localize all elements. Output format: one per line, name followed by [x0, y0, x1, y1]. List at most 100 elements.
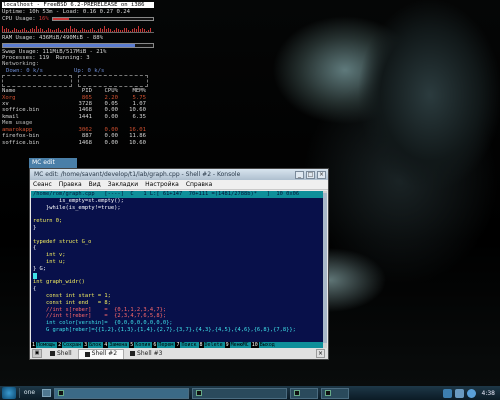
tray-amarok-icon[interactable] — [466, 388, 476, 398]
session-tab[interactable]: Shell — [44, 349, 78, 359]
cpu-graph — [2, 23, 154, 34]
cpu-graph-bar — [24, 28, 25, 33]
cpu-graph-bar — [26, 29, 27, 33]
menu-view[interactable]: Вид — [89, 181, 101, 188]
process-cpu: 0.00 — [104, 139, 118, 146]
code-line: return 0; — [33, 218, 63, 225]
cpu-graph-bar — [96, 30, 97, 33]
taskbar-task-2[interactable] — [192, 387, 287, 399]
cpu-graph-bar — [4, 29, 5, 33]
menu-session[interactable]: Сеанс — [33, 181, 52, 188]
cpu-graph-bar — [22, 28, 23, 33]
cpu-value: 16% — [38, 15, 49, 22]
cpu-graph-bar — [90, 28, 91, 33]
tray-volume-icon[interactable] — [454, 388, 464, 398]
taskbar-task-3[interactable] — [290, 387, 318, 399]
cpu-graph-bar — [140, 29, 141, 33]
k-menu-icon[interactable] — [2, 387, 16, 399]
konsole-menubar: Сеанс Правка Вид Закладки Настройка Спра… — [30, 180, 328, 190]
cpu-graph-bar — [110, 28, 111, 33]
cpu-graph-bar — [126, 28, 127, 33]
cpu-graph-bar — [76, 28, 77, 33]
cpu-graph-bar — [100, 28, 101, 33]
cpu-graph-bar — [142, 28, 143, 33]
cpu-graph-bar — [28, 30, 29, 33]
terminal-icon — [130, 351, 136, 356]
cpu-graph-bar — [62, 30, 63, 33]
session-tab[interactable]: Shell #2 — [77, 348, 125, 359]
desktop-pager[interactable]: one — [19, 388, 39, 398]
cpu-process-list: Xorg 865 2.20 5.75 xv 3728 0.05 1.07 soffice.bin… — [2, 95, 154, 121]
cpu-graph-bar — [42, 28, 43, 33]
conky-header: localhost - FreeBSD 6.2-PRERELEASE on i3… — [2, 2, 154, 9]
conky-cpu-row: CPU Usage: 16% — [2, 16, 154, 22]
cpu-graph-bar — [8, 28, 9, 33]
net-down: Down: 0 k/s — [6, 67, 44, 74]
minimize-button[interactable]: _ — [295, 170, 304, 179]
cpu-graph-bar — [128, 29, 129, 33]
mem-process-list: amarokapp 3062 0.00 16.01 firefox-bin 887 0.00… — [2, 127, 154, 146]
cpu-graph-bar — [98, 28, 99, 33]
process-pid: 1441 — [78, 113, 92, 120]
cpu-graph-bar — [74, 28, 75, 33]
cpu-graph-bar — [64, 28, 65, 33]
menu-edit[interactable]: Правка — [59, 181, 82, 188]
cpu-graph-bar — [106, 29, 107, 33]
cpu-graph-bar — [134, 28, 135, 33]
cpu-graph-bar — [18, 30, 19, 33]
code-line: { — [33, 286, 37, 293]
scrollbar-thumb[interactable] — [323, 193, 327, 343]
cpu-graph-bar — [56, 28, 57, 33]
show-desktop-icon[interactable] — [42, 389, 51, 397]
konsole-tabbar: ▣ Shell Shell #2 Shell #3 × — [30, 348, 328, 359]
cpu-graph-bar — [72, 29, 73, 33]
session-tabs: Shell Shell #2 Shell #3 — [44, 348, 168, 359]
session-tab[interactable]: Shell #3 — [124, 349, 168, 359]
cpu-graph-bar — [70, 26, 71, 33]
cpu-graph-bar — [116, 28, 117, 33]
cpu-graph-bar — [122, 30, 123, 33]
konsole-titlebar[interactable]: MC edit: /home/savant/develop/t1/lab/gra… — [30, 169, 328, 180]
cpu-graph-bar — [68, 29, 69, 33]
menu-help[interactable]: Справка — [186, 181, 212, 188]
app-icon — [294, 390, 300, 396]
code-line: is_empty=st.empty(); — [33, 197, 124, 204]
new-tab-icon[interactable]: ▣ — [32, 349, 42, 358]
terminal-area[interactable]: /home/rom/graph.cpp [----] C 1 L:[ 61+14… — [31, 191, 327, 349]
cpu-graph-bar — [130, 30, 131, 33]
clock[interactable]: 4:38 — [482, 390, 495, 397]
cpu-graph-bar — [60, 29, 61, 33]
code-editor[interactable]: is_empty=st.empty(); }while(is_empty!=tr… — [31, 198, 327, 349]
process-row: soffice.bin 1468 0.00 10.60 — [2, 140, 154, 146]
cpu-graph-bar — [38, 29, 39, 33]
cpu-graph-bar — [136, 29, 137, 33]
tray-network-icon[interactable] — [442, 388, 452, 398]
cpu-bar-fill — [52, 17, 69, 20]
taskbar-konsole[interactable] — [54, 387, 189, 399]
cpu-graph-bar — [32, 28, 33, 33]
net-graphs — [2, 74, 154, 88]
taskbar-task-4[interactable] — [321, 387, 349, 399]
mc-edit-window-tab[interactable]: MC edit — [29, 158, 77, 168]
cpu-graph-bar — [118, 28, 119, 33]
menu-bookmarks[interactable]: Закладки — [108, 181, 138, 188]
code-line: G graph[reber]={{1,2},{1,3},{1,4},{2,7},… — [33, 326, 296, 333]
maximize-button[interactable]: □ — [306, 170, 315, 179]
code-line — [31, 272, 327, 280]
konsole-window: MC edit: /home/savant/develop/t1/lab/gra… — [29, 168, 329, 360]
session-tab-label: Shell #3 — [137, 349, 163, 357]
cpu-graph-bar — [30, 28, 31, 33]
close-tab-icon[interactable]: × — [316, 349, 325, 358]
cpu-graph-bar — [46, 29, 47, 33]
terminal-scrollbar[interactable] — [323, 191, 327, 349]
cpu-graph-bar — [146, 30, 147, 33]
cpu-graph-bar — [112, 30, 113, 33]
menu-settings[interactable]: Настройка — [145, 181, 179, 188]
process-mem: 6.35 — [132, 113, 146, 120]
close-button[interactable]: × — [317, 170, 326, 179]
cpu-graph-bar — [2, 26, 3, 33]
cpu-graph-bar — [108, 28, 109, 33]
